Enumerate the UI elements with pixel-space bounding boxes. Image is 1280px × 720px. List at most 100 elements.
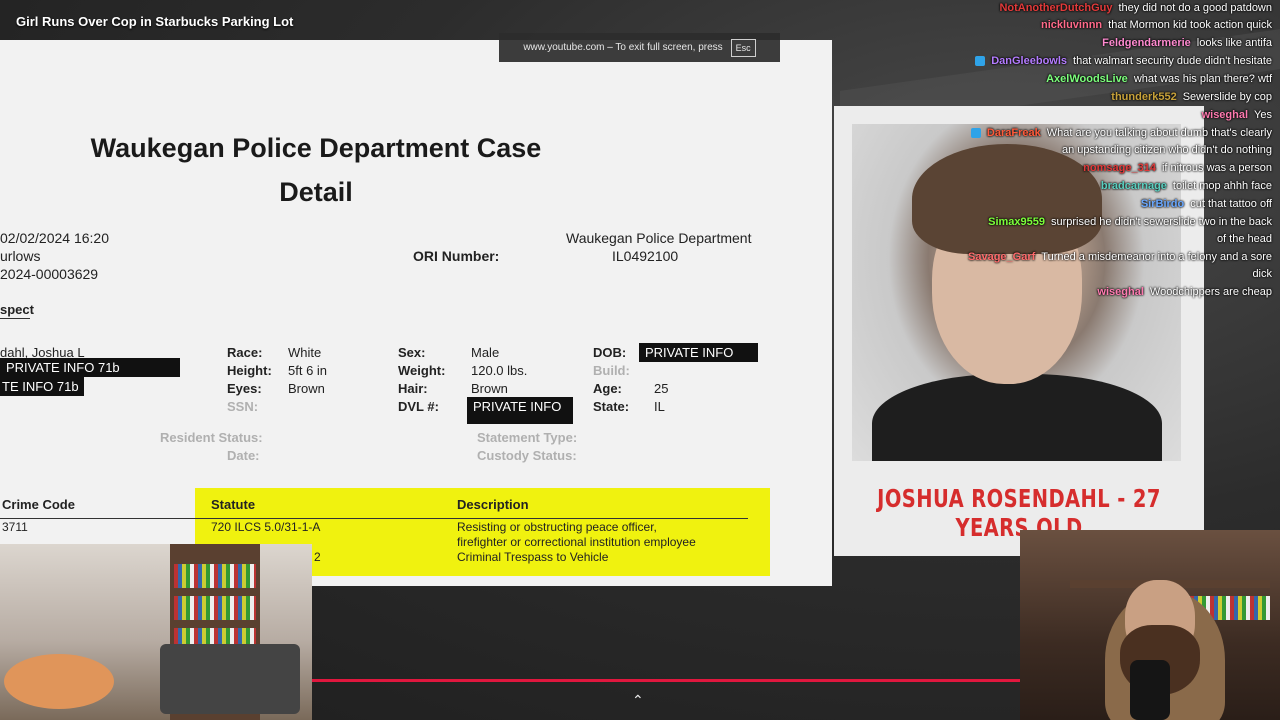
chat-message: wiseghal Woodchippers are cheap — [1097, 284, 1272, 301]
weight-value: 120.0 lbs. — [471, 363, 528, 378]
robot-toy — [160, 644, 300, 714]
chat-username[interactable]: Feldgendarmerie — [1102, 35, 1191, 52]
case-detail-document: Waukegan Police Department Case Detail 0… — [0, 40, 832, 586]
height-value: 5ft 6 in — [288, 363, 328, 378]
chat-text: cut that tattoo off — [1190, 198, 1272, 210]
chat-message: AxelWoodsLive what was his plan there? wt… — [1046, 71, 1272, 88]
chat-username[interactable]: NotAnotherDutchGuy — [999, 0, 1112, 17]
chat-message: DanGleebowls that walmart security dude d… — [975, 53, 1272, 70]
chat-username[interactable]: DaraFreak — [987, 125, 1041, 142]
ssn-label: SSN: — [227, 399, 259, 414]
chat-username[interactable]: SirBirdo — [1141, 196, 1184, 213]
description-line3: Criminal Trespass to Vehicle — [457, 550, 609, 564]
chat-text: surprised he didn't sewerslide two in th… — [1051, 216, 1272, 228]
chat-username[interactable]: thunderk552 — [1111, 89, 1176, 106]
chat-text: what was his plan there? wtf — [1133, 73, 1272, 85]
chat-text: they did not do a good patdown — [1118, 2, 1272, 14]
chat-username[interactable]: DanGleebowls — [991, 53, 1067, 70]
chat-message: dick — [1252, 266, 1272, 283]
chat-username[interactable]: wiseghal — [1202, 107, 1248, 124]
chat-message: Simax9559 surprised he didn't sewerslide … — [988, 214, 1272, 231]
webcam-right — [1020, 530, 1280, 720]
chat-message: DaraFreak What are you talking about dumb… — [970, 125, 1272, 142]
resident-status-label: Resident Status: — [160, 430, 263, 445]
section-heading-suspect: spect — [0, 302, 34, 317]
description-line1: Resisting or obstructing peace officer, — [457, 520, 657, 534]
race-value: White — [288, 345, 322, 360]
ori-label: ORI Number: — [413, 248, 500, 264]
officer-name: urlows — [0, 248, 41, 264]
chat-username[interactable]: Simax9559 — [988, 214, 1045, 231]
chat-username[interactable]: nomsage_314 — [1083, 160, 1156, 177]
chat-text: toilet mop ahhh face — [1172, 180, 1272, 192]
chat-message: nomsage_314 if nitrous was a person — [1083, 160, 1272, 177]
department-name: Waukegan Police Department — [566, 230, 752, 246]
chat-text: that walmart security dude didn't hesita… — [1073, 55, 1272, 67]
eyes-value: Brown — [288, 381, 325, 396]
webcam-left — [0, 544, 312, 720]
dob-label: DOB: — [593, 345, 627, 360]
chat-text: looks like antifa — [1196, 37, 1272, 49]
section-underline — [0, 318, 30, 319]
redacted-info-2: TE INFO 71b — [0, 377, 84, 396]
chat-text: Turned a misdemeanor into a felony and a… — [1041, 251, 1272, 263]
chat-username[interactable]: nickluvinnn — [1041, 17, 1102, 34]
chat-message: NotAnotherDutchGuy they did not do a good… — [999, 0, 1272, 17]
video-title[interactable]: Girl Runs Over Cop in Starbucks Parking … — [16, 14, 293, 29]
subscriber-badge-icon — [970, 128, 981, 138]
statute-value: 720 ILCS 5.0/31-1-A — [211, 520, 321, 534]
chat-message: of the head — [1217, 231, 1272, 248]
height-label: Height: — [227, 363, 272, 378]
chat-message: wiseghal Yes — [1202, 107, 1272, 124]
state-label: State: — [593, 399, 630, 414]
chat-text: What are you talking about dumb that's c… — [1046, 127, 1272, 139]
statement-type-label: Statement Type: — [477, 430, 578, 445]
age-value: 25 — [654, 381, 669, 396]
fullscreen-exit-hint: www.youtube.com – To exit full screen, p… — [499, 33, 780, 62]
subscriber-badge-icon — [975, 56, 986, 66]
age-label: Age: — [593, 381, 622, 396]
chat-message: Savage_Garf Turned a misdemeanor into a f… — [968, 249, 1272, 266]
chat-text: Yes — [1254, 109, 1272, 121]
dvl-label: DVL #: — [398, 399, 439, 414]
books-row-1 — [174, 564, 256, 588]
microphone — [1130, 660, 1170, 720]
chevron-up-icon[interactable]: ⌃ — [632, 692, 644, 709]
description-line2: firefighter or correctional institution … — [457, 535, 696, 549]
redacted-info-1: PRIVATE INFO 71b — [0, 358, 180, 377]
progress-bar[interactable] — [312, 679, 1020, 682]
chat-username[interactable]: bradcarnage — [1101, 178, 1167, 195]
chat-message: thunderk552 Sewerslide by cop — [1111, 89, 1272, 106]
chat-message: an upstanding citizen who didn't do noth… — [1062, 142, 1272, 159]
dob-redacted: PRIVATE INFO — [639, 343, 758, 362]
document-title-line2: Detail — [279, 177, 353, 207]
statute2-fragment: 2 — [314, 550, 321, 564]
weight-label: Weight: — [398, 363, 446, 378]
chat-message: SirBirdo cut that tattoo off — [1141, 196, 1272, 213]
chat-username[interactable]: AxelWoodsLive — [1046, 71, 1128, 88]
chat-text: that Mormon kid took action quick — [1108, 19, 1272, 31]
chat-username[interactable]: wiseghal — [1097, 284, 1143, 301]
race-label: Race: — [227, 345, 263, 360]
sex-value: Male — [471, 345, 500, 360]
chat-text: of the head — [1216, 233, 1272, 245]
mugshot-shirt — [872, 374, 1162, 461]
case-number: 2024-00003629 — [0, 266, 99, 282]
date-label: Date: — [227, 448, 260, 463]
sex-label: Sex: — [398, 345, 426, 360]
dvl-redacted: PRIVATE INFO — [467, 397, 573, 424]
hair-label: Hair: — [398, 381, 428, 396]
crime-code-header: Crime Code — [2, 497, 75, 512]
document-title-line1: Waukegan Police Department Case — [90, 133, 542, 163]
hair-value: Brown — [471, 381, 508, 396]
description-header: Description — [457, 497, 529, 512]
cat — [4, 654, 114, 709]
state-value: IL — [654, 399, 665, 414]
chat-message: Feldgendarmerie looks like antifa — [1102, 35, 1272, 52]
table-header-rule — [0, 518, 748, 519]
crime-code-value: 3711 — [2, 520, 28, 534]
chat-username[interactable]: Savage_Garf — [968, 249, 1035, 266]
esc-key: Esc — [730, 38, 756, 57]
progress-fill — [312, 679, 1020, 682]
custody-status-label: Custody Status: — [477, 448, 577, 463]
